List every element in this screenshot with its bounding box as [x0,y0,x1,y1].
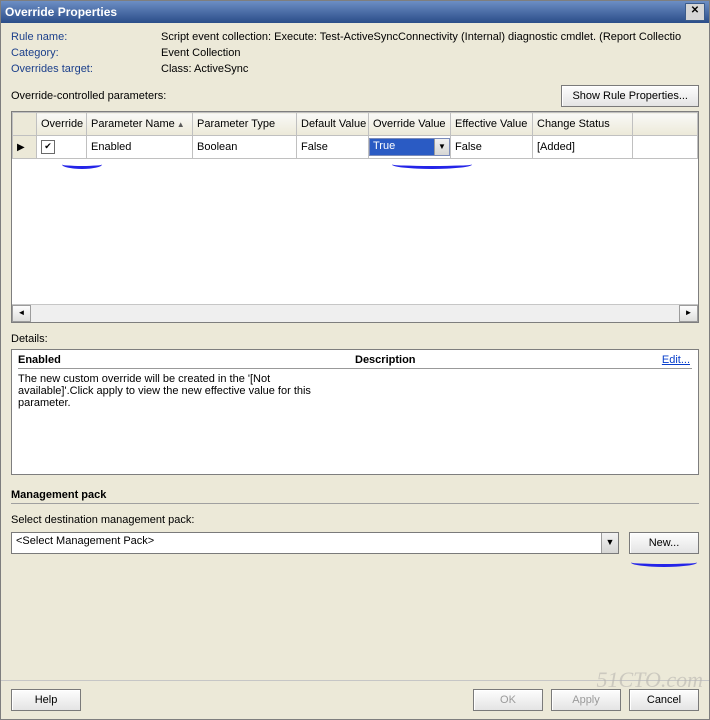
rule-name-value: Script event collection: Execute: Test-A… [161,31,699,43]
edit-link[interactable]: Edit... [662,354,690,366]
cell-parameter-name: Enabled [87,136,193,159]
grid-header-change-status[interactable]: Change Status [533,113,633,136]
details-body-text: The new custom override will be created … [18,373,328,409]
cell-change-status: [Added] [533,136,633,159]
details-label: Details: [11,333,699,345]
grid-header-override-value[interactable]: Override Value [369,113,451,136]
overrides-target-label: Overrides target: [11,63,161,75]
new-management-pack-button[interactable]: New... [629,532,699,554]
grid-header-rowselector [13,113,37,136]
overrides-target-value: Class: ActiveSync [161,63,699,75]
current-row-icon: ▶ [17,142,25,153]
override-properties-window: Override Properties ✕ Rule name: Script … [0,0,710,720]
cell-spacer [633,136,698,159]
grid-header-override[interactable]: Override [37,113,87,136]
management-pack-prompt: Select destination management pack: [11,514,699,526]
rule-name-label: Rule name: [11,31,161,43]
header-properties: Rule name: Script event collection: Exec… [11,31,699,75]
details-section: Details: Enabled Description Edit... The… [11,333,699,475]
grid-header-spacer [633,113,698,136]
sort-ascending-icon: ▲ [177,120,185,129]
titlebar: Override Properties ✕ [1,1,709,23]
override-checkbox[interactable]: ✔ [41,140,55,154]
chevron-down-icon[interactable]: ▼ [434,139,449,155]
help-button[interactable]: Help [11,689,81,711]
override-controlled-parameters-label: Override-controlled parameters: [11,90,561,102]
management-pack-combobox[interactable]: <Select Management Pack> ▼ [11,532,619,554]
category-value: Event Collection [161,47,699,59]
table-row[interactable]: ▶ ✔ Enabled Boolean False True ▼ [13,136,698,159]
management-pack-heading: Management pack [11,489,699,504]
details-title: Enabled [18,354,355,369]
grid-header-default-value[interactable]: Default Value [297,113,369,136]
parameters-grid[interactable]: Override Parameter Name▲ Parameter Type … [11,111,699,323]
cell-parameter-type: Boolean [193,136,297,159]
cell-effective-value: False [451,136,533,159]
scroll-right-button[interactable]: ► [679,305,698,322]
apply-button[interactable]: Apply [551,689,621,711]
show-rule-properties-button[interactable]: Show Rule Properties... [561,85,699,107]
details-panel: Enabled Description Edit... The new cust… [11,349,699,475]
ok-button[interactable]: OK [473,689,543,711]
scroll-left-button[interactable]: ◄ [12,305,31,322]
chevron-down-icon[interactable]: ▼ [601,533,618,553]
row-indicator: ▶ [13,136,37,159]
grid-header-row: Override Parameter Name▲ Parameter Type … [13,113,698,136]
horizontal-scrollbar[interactable]: ◄ ► [12,304,698,322]
grid-header-effective-value[interactable]: Effective Value [451,113,533,136]
override-checkbox-cell[interactable]: ✔ [37,136,87,159]
cell-default-value: False [297,136,369,159]
details-description-label: Description [355,354,692,369]
cancel-button[interactable]: Cancel [629,689,699,711]
close-button[interactable]: ✕ [685,3,705,21]
grid-header-parameter-type[interactable]: Parameter Type [193,113,297,136]
cell-override-value[interactable]: True ▼ [369,136,451,159]
grid-header-parameter-name[interactable]: Parameter Name▲ [87,113,193,136]
window-title: Override Properties [5,5,117,19]
override-value-dropdown[interactable]: True ▼ [369,138,450,156]
management-pack-selected: <Select Management Pack> [12,533,601,553]
category-label: Category: [11,47,161,59]
dialog-footer: Help OK Apply Cancel [1,680,709,719]
